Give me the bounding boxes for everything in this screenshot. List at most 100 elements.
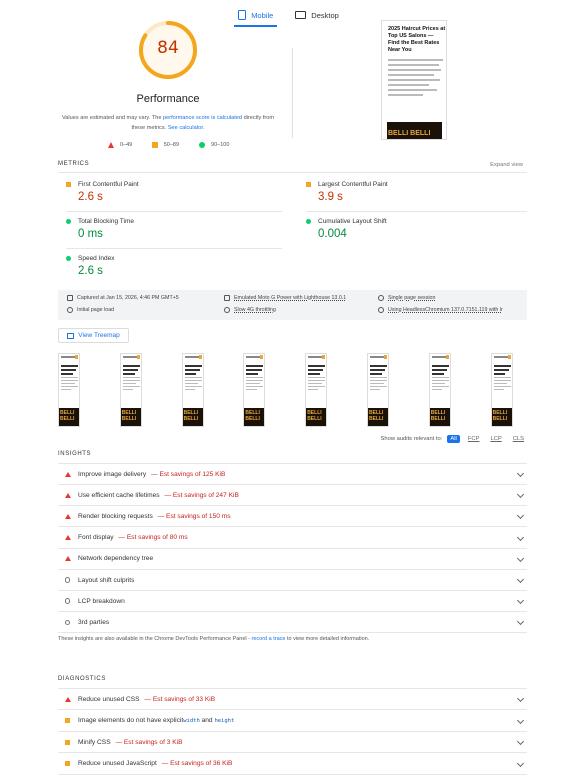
- pass-circle-icon: [306, 219, 311, 224]
- metric-cls: Cumulative Layout Shift 0.004: [306, 218, 387, 240]
- insight-title: 3rd parties: [78, 618, 110, 626]
- throttling[interactable]: Slow 4G throttling: [224, 307, 276, 313]
- calendar-icon: [67, 295, 73, 301]
- chevron-down-icon[interactable]: [516, 533, 525, 541]
- chevron-down-icon[interactable]: [516, 716, 525, 724]
- chevron-down-icon[interactable]: [516, 759, 525, 767]
- insight-title: Layout shift culprits: [78, 576, 135, 584]
- mobile-icon: [238, 10, 247, 20]
- average-square-icon: [306, 182, 311, 187]
- captured-at: Captured at Jan 15, 2026, 4:46 PM GMT+5: [67, 295, 179, 301]
- diagnostic-title-mid: and: [199, 717, 215, 724]
- filter-all[interactable]: All: [447, 435, 460, 443]
- chevron-down-icon[interactable]: [516, 694, 525, 703]
- filmstrip-frame: BELLI BELLI: [305, 353, 328, 427]
- pass-circle-icon: [66, 256, 71, 261]
- metric-si: Speed Index 2.6 s: [66, 255, 115, 277]
- row-icon: [64, 761, 71, 766]
- row-icon: [64, 471, 71, 477]
- filter-fcp[interactable]: FCP: [465, 435, 483, 443]
- thumbnail-image-text: BELLI BELLI: [388, 130, 431, 137]
- tab-mobile[interactable]: Mobile: [234, 4, 278, 27]
- see-calculator-link[interactable]: See calculator.: [168, 125, 205, 131]
- browser-icon: [378, 307, 384, 313]
- metric-cls-value: 0.004: [318, 228, 347, 240]
- metric-fcp-label: First Contentful Paint: [78, 181, 139, 188]
- browser-version[interactable]: Using HeadlessChromium 137.0.7151.119 wi…: [378, 307, 503, 313]
- diagnostic-row[interactable]: Reduce unused JavaScript — Est savings o…: [58, 754, 527, 775]
- legend-pass-label: 90–100: [211, 142, 230, 148]
- average-square-icon: [65, 718, 70, 723]
- diagnostic-row[interactable]: Reduce unused CSS — Est savings of 33 Ki…: [58, 689, 527, 710]
- desktop-icon: [295, 11, 307, 19]
- thumbnail-title: 2025 Haircut Prices at Top US Salons — F…: [388, 26, 446, 53]
- insight-row[interactable]: Font display — Est savings of 80 ms: [58, 528, 527, 549]
- chevron-down-icon[interactable]: [516, 554, 525, 562]
- insight-title: Font display: [78, 534, 114, 542]
- frame-image-text: BELLI BELLI: [369, 410, 384, 422]
- pass-circle-icon: [199, 142, 206, 148]
- insight-row[interactable]: Render blocking requests — Est savings o…: [58, 506, 527, 528]
- insight-row[interactable]: LCP breakdown: [58, 591, 527, 613]
- info-circle-icon: [64, 598, 71, 604]
- expand-view-link[interactable]: Expand view: [490, 162, 523, 168]
- chevron-down-icon[interactable]: [516, 469, 525, 478]
- score-note: Values are estimated and may vary. The p…: [60, 113, 276, 133]
- note-text: Values are estimated and may vary. The: [61, 115, 164, 121]
- frame-image-text: BELLI BELLI: [60, 410, 75, 422]
- diagnostic-row[interactable]: Image elements do not have explicit widt…: [58, 711, 527, 732]
- throttling-text: Slow 4G throttling: [234, 307, 276, 313]
- chevron-down-icon[interactable]: [516, 491, 525, 499]
- timer-icon: [67, 307, 73, 313]
- device-tabs: Mobile Desktop: [0, 0, 577, 30]
- filmstrip-frame: BELLI BELLI: [181, 353, 204, 427]
- tab-desktop[interactable]: Desktop: [293, 5, 341, 26]
- frame-image-text: BELLI BELLI: [307, 410, 322, 422]
- score-calc-link[interactable]: performance score is calculated: [163, 115, 242, 121]
- insight-row[interactable]: Use efficient cache lifetimes — Est savi…: [58, 485, 527, 507]
- view-treemap-label: View Treemap: [78, 332, 120, 339]
- insight-title: Use efficient cache lifetimes: [78, 491, 160, 499]
- diagnostic-title: Image elements do not have explicit: [78, 717, 184, 724]
- filter-cls[interactable]: CLS: [510, 435, 527, 443]
- divider: [292, 48, 293, 138]
- chevron-down-icon[interactable]: [516, 597, 525, 605]
- average-square-icon: [152, 142, 158, 148]
- filmstrip-frame: BELLI BELLI: [243, 353, 266, 427]
- diagnostic-row[interactable]: Minify CSS — Est savings of 3 KiB: [58, 732, 527, 753]
- insight-title: Network dependency tree: [78, 555, 154, 563]
- filmstrip-frame: BELLI BELLI: [490, 353, 513, 427]
- score-legend: 0–49 50–89 90–100: [108, 142, 229, 148]
- row-icon: [64, 492, 71, 498]
- row-icon: [64, 739, 71, 745]
- insight-title: LCP breakdown: [78, 597, 125, 605]
- legend-average: 50–89: [152, 142, 179, 148]
- record-trace-link[interactable]: record a trace: [252, 636, 286, 642]
- chevron-down-icon[interactable]: [516, 737, 525, 746]
- frame-image-text: BELLI BELLI: [245, 410, 260, 422]
- insight-row[interactable]: 3rd parties: [58, 612, 527, 634]
- insight-row[interactable]: Network dependency tree: [58, 549, 527, 570]
- filter-lcp[interactable]: LCP: [487, 435, 504, 443]
- performance-score: 84: [157, 38, 179, 58]
- session-type[interactable]: Single page session: [378, 295, 435, 301]
- legend-fail: 0–49: [108, 142, 132, 148]
- chevron-down-icon[interactable]: [516, 575, 525, 584]
- chevron-down-icon[interactable]: [516, 618, 525, 626]
- insight-row[interactable]: Improve image delivery — Est savings of …: [58, 464, 527, 485]
- metric-cls-label: Cumulative Layout Shift: [318, 218, 387, 225]
- view-treemap-button[interactable]: View Treemap: [58, 328, 129, 343]
- insight-savings: — Est savings of 80 ms: [116, 534, 188, 542]
- insights-note: These insights are also available in the…: [58, 636, 369, 642]
- chevron-down-icon[interactable]: [516, 512, 525, 520]
- metric-tbt: Total Blocking Time 0 ms: [66, 218, 134, 240]
- metric-lcp-label: Largest Contentful Paint: [318, 181, 388, 188]
- treemap-icon: [67, 332, 75, 339]
- metric-fcp: First Contentful Paint 2.6 s: [66, 181, 139, 203]
- insight-row[interactable]: Layout shift culprits: [58, 570, 527, 591]
- insight-savings: — Est savings of 247 KiB: [162, 491, 239, 499]
- emulated-device[interactable]: Emulated Moto G Power with Lighthouse 13…: [224, 295, 346, 301]
- diagnostic-title: Minify CSS: [78, 738, 111, 746]
- metrics-heading: METRICS: [58, 161, 90, 167]
- row-icon: [64, 619, 71, 626]
